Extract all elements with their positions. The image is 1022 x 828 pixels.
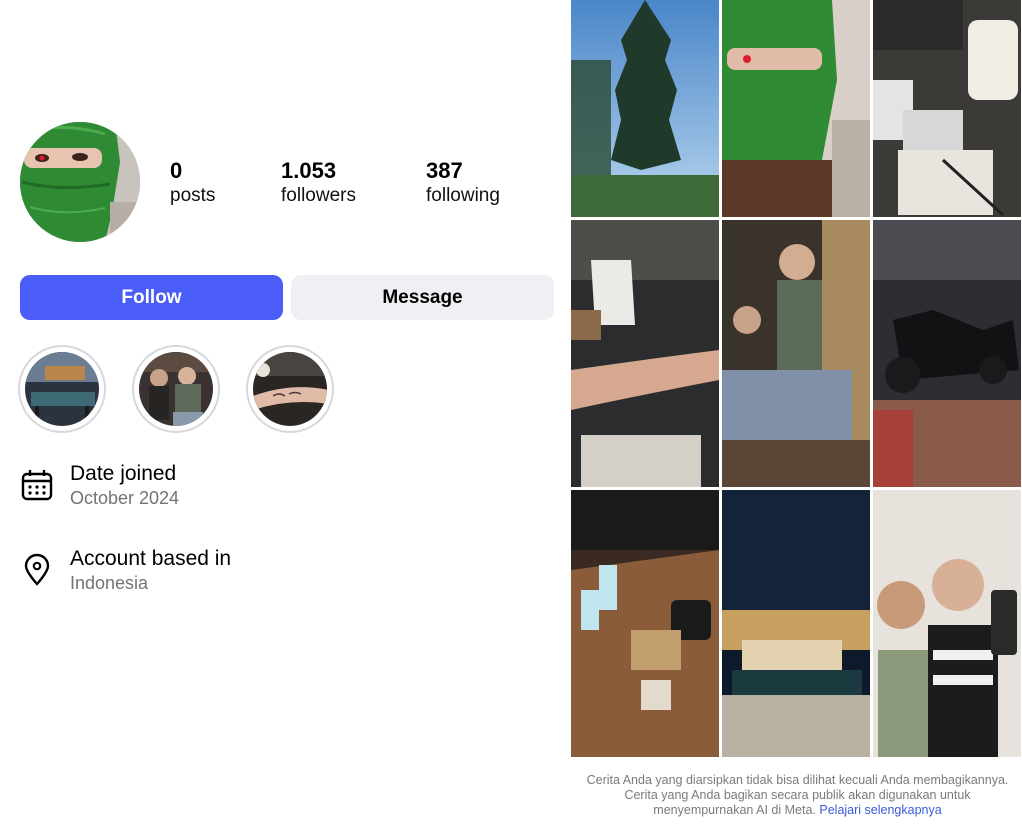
tattoo-arm-photo-icon	[253, 352, 327, 426]
cafe-table-photo-icon	[571, 490, 719, 757]
calendar-icon	[21, 470, 53, 501]
archived-stories-grid	[570, 0, 1022, 757]
profile-panel: 0 posts 1.053 followers 387 following Fo…	[0, 0, 570, 828]
archive-notice: Cerita Anda yang diarsipkan tidak bisa d…	[575, 773, 1020, 818]
story-tile-8[interactable]	[722, 490, 870, 757]
sky-tree-photo-icon	[571, 0, 719, 217]
stat-posts[interactable]: 0 posts	[170, 158, 215, 208]
people-photo-icon	[139, 352, 213, 426]
message-button[interactable]: Message	[291, 275, 554, 320]
friends-selfie-photo-icon	[873, 490, 1021, 757]
story-tile-6[interactable]	[873, 220, 1021, 487]
profile-avatar[interactable]	[20, 122, 140, 242]
mirror-selfie-photo-icon	[722, 220, 870, 487]
night-billiard-photo-icon	[722, 490, 870, 757]
follow-button[interactable]: Follow	[20, 275, 283, 320]
followers-label: followers	[281, 185, 356, 206]
location-pin-icon	[24, 553, 50, 586]
story-highlight-3[interactable]	[246, 345, 334, 433]
stat-followers[interactable]: 1.053 followers	[281, 158, 356, 208]
story-tile-9[interactable]	[873, 490, 1021, 757]
scooter-night-photo-icon	[873, 220, 1021, 487]
stat-following[interactable]: 387 following	[426, 158, 500, 208]
story-tile-3[interactable]	[873, 0, 1021, 217]
story-tile-1[interactable]	[571, 0, 719, 217]
location-value: Indonesia	[70, 573, 149, 593]
posts-count: 0	[170, 158, 183, 183]
green-balaclava-avatar-icon	[20, 122, 140, 242]
following-label: following	[426, 185, 500, 206]
story-highlight-1[interactable]	[18, 345, 106, 433]
date-joined-label: Date joined	[70, 462, 177, 485]
story-tile-2[interactable]	[722, 0, 870, 217]
story-highlight-2[interactable]	[132, 345, 220, 433]
archive-notice-text: Cerita Anda yang diarsipkan tidak bisa d…	[586, 773, 1009, 817]
posts-label: posts	[170, 185, 216, 206]
story-tile-7[interactable]	[571, 490, 719, 757]
location-label: Account based in	[70, 547, 232, 570]
story-tile-5[interactable]	[722, 220, 870, 487]
green-mask-selfie-photo-icon	[722, 0, 870, 217]
following-count: 387	[426, 158, 463, 183]
date-joined-value: October 2024	[70, 488, 180, 508]
kitchen-table-photo-icon	[873, 0, 1021, 217]
drinks-table-photo-icon	[571, 220, 719, 487]
learn-more-link[interactable]: Pelajari selengkapnya	[819, 803, 941, 817]
followers-count: 1.053	[281, 158, 337, 183]
story-tile-4[interactable]	[571, 220, 719, 487]
billiard-hall-photo-icon	[25, 352, 99, 426]
